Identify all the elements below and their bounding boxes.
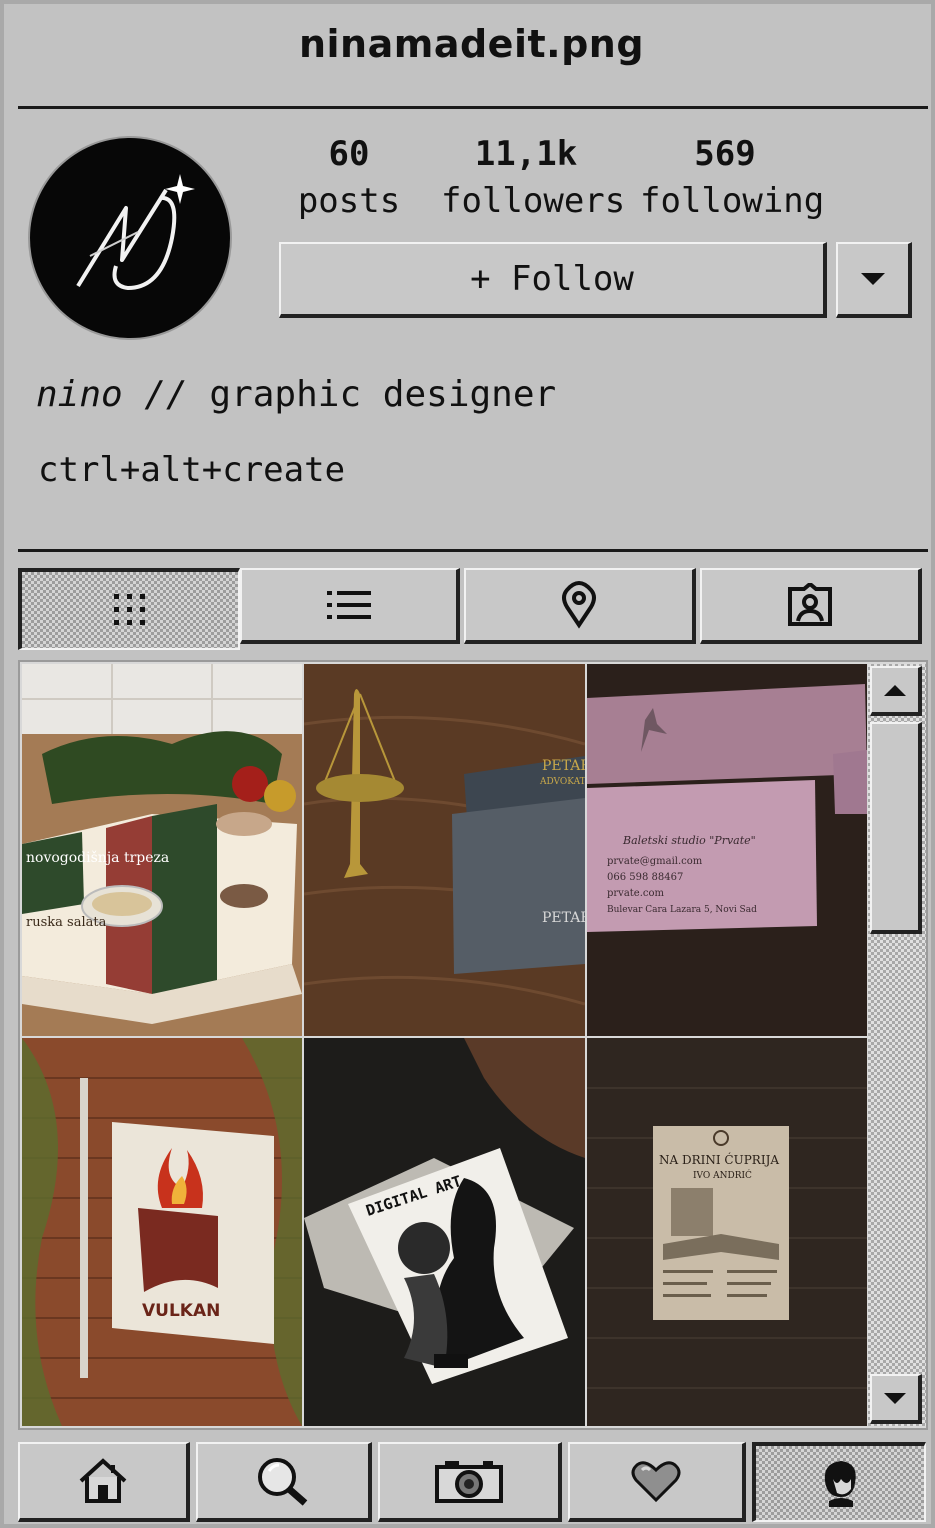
chevron-up-icon (884, 684, 906, 696)
post-vulkan-sign[interactable]: VULKAN (22, 1038, 302, 1426)
bio-role: graphic designer (209, 374, 557, 415)
scroll-thumb[interactable] (870, 722, 922, 934)
post-lawyer-card[interactable]: PETAR ADVOKAT PETAR (304, 664, 585, 1036)
home-icon (79, 1458, 127, 1503)
tagged-user-icon (788, 583, 832, 626)
cookbook-subtitle: ruska salata (26, 915, 107, 930)
bio-tagline: ctrl+alt+create (38, 450, 346, 490)
book-poster-image: NA DRINI ĆUPRIJA IVO ANDRIĆ (587, 1038, 867, 1426)
ballet-address: Bulevar Cara Lazara 5, Novi Sad (607, 905, 757, 915)
tab-list[interactable] (240, 568, 460, 644)
camera-icon (435, 1461, 503, 1503)
tab-tagged[interactable] (700, 568, 922, 644)
vulkan-label: VULKAN (142, 1301, 220, 1321)
grid-icon (114, 594, 145, 625)
stat-posts-value: 60 (328, 134, 370, 174)
stat-following-value: 569 (694, 134, 756, 174)
nav-search[interactable] (196, 1442, 372, 1522)
stat-followers[interactable]: 11,1k followers (441, 132, 626, 226)
ballet-email: prvate@gmail.com (607, 856, 703, 867)
list-icon (327, 591, 371, 619)
poster-author: IVO ANDRIĆ (693, 1169, 752, 1181)
chevron-down-icon (861, 273, 885, 285)
ballet-studio-name: Baletski studio "Prvate" (622, 834, 756, 847)
ballet-website: prvate.com (607, 888, 665, 899)
bio-headline: nino // graphic designer (36, 374, 556, 415)
flame-sign-image: VULKAN (22, 1038, 302, 1426)
nj-monogram-icon (76, 174, 195, 291)
nav-profile[interactable] (752, 1442, 926, 1522)
nav-activity[interactable] (568, 1442, 746, 1522)
card-name-back: PETAR (542, 910, 585, 926)
stat-following-label: following (640, 181, 825, 221)
grid-scrollbar[interactable] (868, 664, 926, 1426)
poster-title: NA DRINI ĆUPRIJA (659, 1151, 779, 1167)
profile-icon (824, 1461, 856, 1507)
stat-following[interactable]: 569 following (640, 132, 825, 226)
nav-camera[interactable] (378, 1442, 562, 1522)
cookbook-title: novogodišnja trpeza (26, 849, 169, 866)
location-pin-icon (562, 581, 596, 629)
cookbook-mockup-image: novogodišnja trpeza ruska salata (22, 664, 302, 1036)
chevron-down-icon (884, 1392, 906, 1404)
post-ballet-card[interactable]: Baletski studio "Prvate" prvate@gmail.co… (587, 664, 867, 1036)
post-cookbook[interactable]: novogodišnja trpeza ruska salata (22, 664, 302, 1036)
magazine-mockup-image: DIGITAL ART (304, 1038, 585, 1426)
stat-followers-value: 11,1k (474, 134, 578, 174)
post-book-poster[interactable]: NA DRINI ĆUPRIJA IVO ANDRIĆ (587, 1038, 867, 1426)
post-digital-art-magazine[interactable]: DIGITAL ART (304, 1038, 585, 1426)
scroll-up-button[interactable] (870, 666, 922, 716)
tab-locations[interactable] (464, 568, 696, 644)
stat-followers-label: followers (441, 181, 626, 221)
follow-options-dropdown-button[interactable] (836, 242, 912, 318)
card-role: ADVOKAT (539, 777, 585, 787)
profile-avatar[interactable] (30, 138, 230, 338)
scales-business-card-image: PETAR ADVOKAT PETAR (304, 664, 585, 1036)
header-divider (18, 106, 928, 109)
bio-divider (18, 549, 928, 552)
bio-name: nino // (36, 374, 188, 415)
card-name: PETAR (542, 758, 585, 774)
stat-posts[interactable]: 60 posts (264, 132, 434, 226)
heart-icon (631, 1461, 681, 1503)
app-window: ninamadeit.png 60 posts 11,1k followers … (0, 0, 935, 1528)
nav-home[interactable] (18, 1442, 190, 1522)
scroll-down-button[interactable] (870, 1374, 922, 1424)
tab-grid[interactable] (18, 568, 240, 650)
ballet-business-card-image: Baletski studio "Prvate" prvate@gmail.co… (587, 664, 867, 1036)
follow-button[interactable]: + Follow (279, 242, 827, 318)
stat-posts-label: posts (297, 181, 401, 221)
search-icon (258, 1458, 308, 1506)
ballet-phone: 066 598 88467 (607, 872, 683, 883)
profile-username-title: ninamadeit.png (298, 22, 645, 66)
